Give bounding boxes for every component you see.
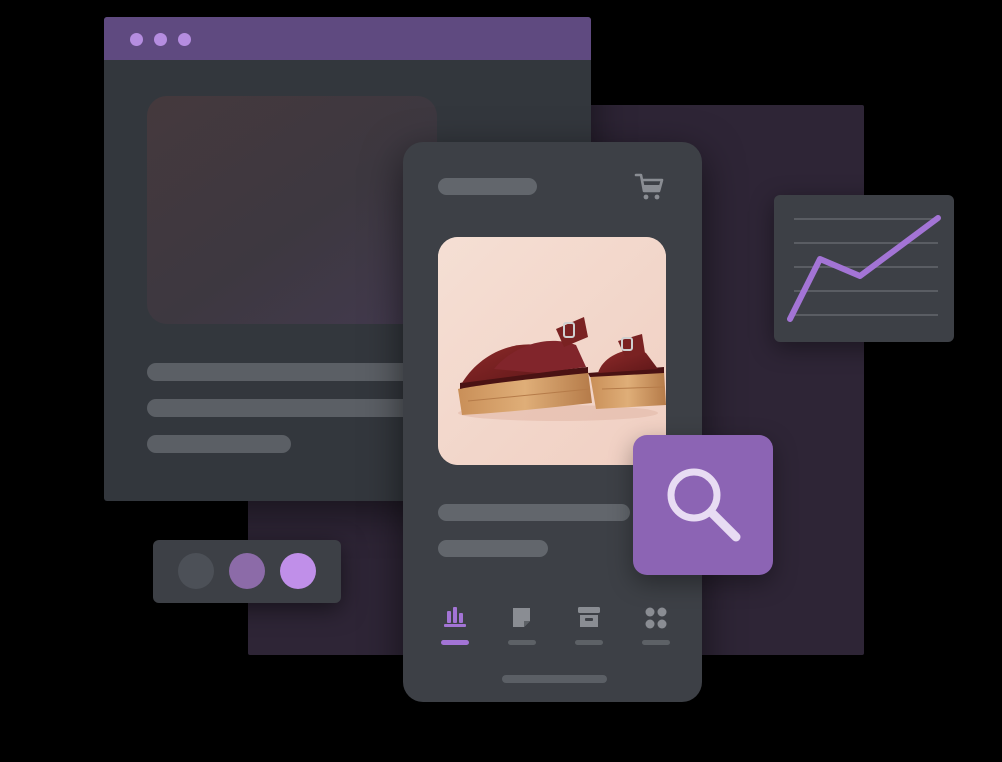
search-button[interactable] [633, 435, 773, 575]
nav-indicator [508, 640, 536, 645]
window-dot-minimize[interactable] [154, 33, 167, 46]
chart-trend-line [787, 215, 941, 322]
trend-line-icon [787, 215, 941, 322]
window-dot-maximize[interactable] [178, 33, 191, 46]
nav-item-grid[interactable] [642, 605, 670, 647]
product-image[interactable] [438, 237, 666, 465]
product-price-placeholder [438, 540, 548, 557]
bar-chart-icon [444, 607, 466, 627]
product-title-placeholder [438, 504, 630, 521]
sandals-image [438, 237, 666, 465]
nav-item-archive[interactable] [575, 605, 603, 647]
shopping-cart-icon [634, 173, 664, 200]
color-swatch[interactable] [229, 553, 265, 589]
note-icon [513, 608, 530, 627]
home-indicator[interactable] [502, 675, 607, 683]
search-icon [667, 468, 741, 542]
nav-item-notes[interactable] [508, 605, 536, 647]
text-line-placeholder [147, 399, 417, 417]
hero-image-placeholder [147, 96, 437, 324]
color-swatch[interactable] [178, 553, 214, 589]
header-title-placeholder [438, 178, 537, 195]
window-dot-close[interactable] [130, 33, 143, 46]
archive-box-icon [578, 607, 600, 627]
color-swatch[interactable] [280, 553, 316, 589]
cart-button[interactable] [634, 171, 666, 203]
grid-icon [645, 607, 667, 629]
nav-indicator [575, 640, 603, 645]
nav-indicator [642, 640, 670, 645]
nav-item-stats[interactable] [441, 605, 469, 647]
phone-frame [403, 142, 702, 702]
text-line-placeholder [147, 435, 291, 453]
chart-card [774, 195, 954, 342]
color-swatch-card [153, 540, 341, 603]
text-line-placeholder [147, 363, 417, 381]
nav-active-indicator [441, 640, 469, 645]
browser-titlebar [104, 17, 591, 60]
